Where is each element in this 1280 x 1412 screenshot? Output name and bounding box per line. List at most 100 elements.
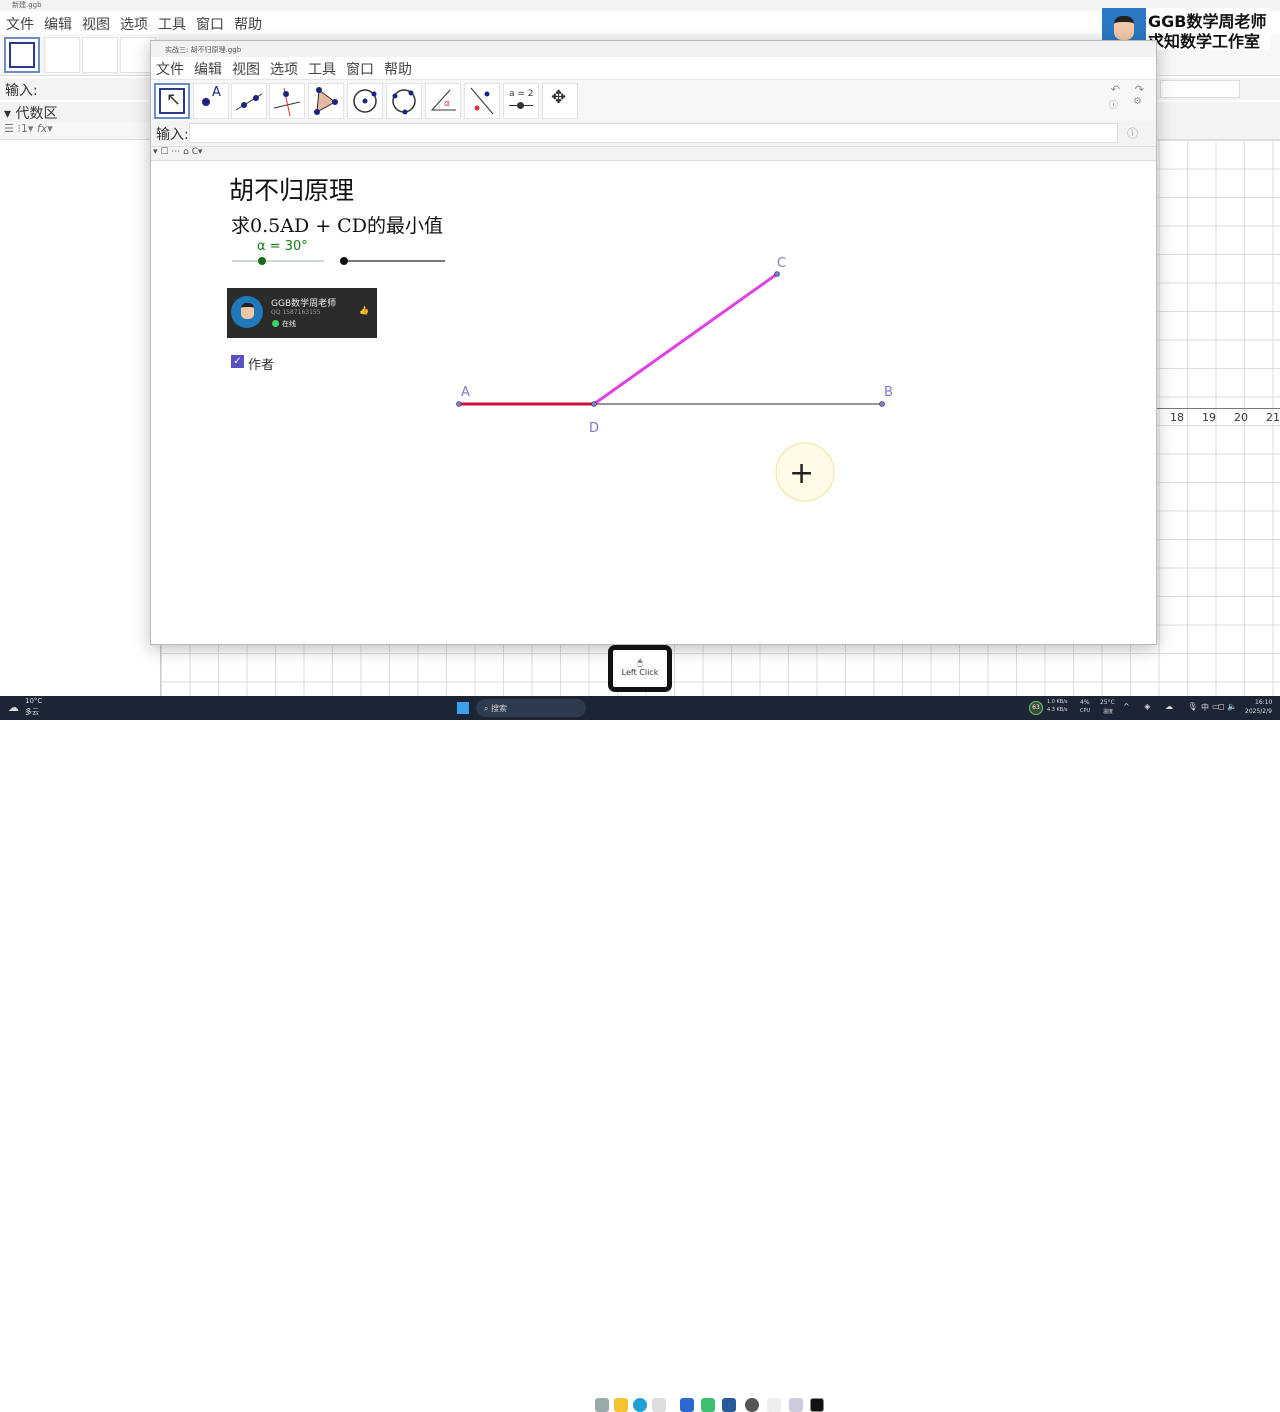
tool-slider[interactable]: a = 2 (503, 83, 539, 119)
tick-20: 20 (1234, 411, 1248, 424)
weather-icon[interactable]: ☁ (8, 701, 19, 714)
tool-point[interactable]: A (193, 83, 229, 119)
point-d[interactable] (591, 401, 597, 407)
fg-menu-edit[interactable]: 编辑 (194, 62, 222, 78)
clock-time[interactable]: 16:10 (1255, 699, 1272, 706)
alpha-slider-handle[interactable] (258, 257, 266, 265)
bg-menu-file[interactable]: 文件 (6, 17, 34, 33)
fg-window: 实战三: 胡不归原理.ggb 文件 编辑 视图 选项 工具 窗口 帮助 ↖ A α a = … (150, 40, 1157, 645)
taskview-icon[interactable] (595, 1398, 609, 1412)
taskbar-search[interactable]: ⌕ 搜索 (476, 699, 586, 717)
bg-menu-help[interactable]: 帮助 (234, 17, 262, 33)
redo-button[interactable]: ↷ (1135, 83, 1144, 96)
watermark-line2: 求知数学工作室 (1148, 32, 1261, 51)
author-checkbox-label: 作者 (248, 358, 275, 373)
author-checkbox[interactable]: ✓ (231, 355, 244, 368)
segment-dc (593, 272, 778, 406)
point-a[interactable] (456, 401, 462, 407)
tool-move-view[interactable]: ✥ (542, 83, 578, 119)
online-dot (272, 320, 279, 327)
help-icon[interactable]: ⓘ (1109, 98, 1118, 111)
bg-menu-options[interactable]: 选项 (120, 17, 148, 33)
cursor-highlight (775, 442, 835, 502)
search-label: 搜索 (491, 704, 508, 713)
label-d: D (589, 421, 600, 436)
tool-polygon[interactable] (308, 83, 344, 119)
mouse-icon: 🖱 (637, 658, 643, 667)
tool-perpendicular[interactable] (269, 83, 305, 119)
settings-icon[interactable]: ⚙ (1133, 96, 1142, 107)
bg-tool-move[interactable] (4, 37, 40, 73)
net-up: 1.0 KB/s (1047, 699, 1068, 705)
cpu-label: CPU (1080, 708, 1091, 714)
undo-button[interactable]: ↶ (1111, 83, 1120, 96)
tool-move[interactable]: ↖ (154, 83, 190, 119)
bg-algebra-header[interactable]: ▾ 代数区 (0, 102, 160, 122)
tool-reflect[interactable] (464, 83, 500, 119)
bg-menu-view[interactable]: 视图 (82, 17, 110, 33)
tray-icons[interactable]: ^ ◈ ☁ 🎙 ▭ (1123, 702, 1226, 711)
start-button[interactable] (457, 702, 469, 714)
bg-input-field[interactable] (1160, 80, 1240, 98)
input-help-icon[interactable]: ⓘ (1127, 125, 1138, 141)
bg-menu-tools[interactable]: 工具 (158, 17, 186, 33)
net-down: 4.3 KB/s (1047, 707, 1068, 713)
ime-indicator[interactable]: 中 (1201, 702, 1209, 713)
point-b[interactable] (879, 401, 885, 407)
author-status: 在线 (282, 320, 296, 328)
second-slider-handle[interactable] (340, 257, 348, 265)
taskbar: ☁ 10°C 多云 ⌕ 搜索 63 1.0 KB/s 4.3 KB/s 4% C… (0, 696, 1280, 1412)
alpha-slider-label: α = 30° (257, 239, 308, 254)
store-icon[interactable] (652, 1398, 666, 1412)
tool-angle[interactable]: α (425, 83, 461, 119)
qq-icon[interactable] (767, 1398, 781, 1412)
fg-menu-bar: 文件 编辑 视图 选项 工具 窗口 帮助 (151, 57, 1156, 79)
weather-temp: 10°C (25, 697, 43, 705)
canvas-subtitle: 求0.5AD + CD的最小值 (231, 215, 443, 237)
fg-menu-tools[interactable]: 工具 (308, 62, 336, 78)
bg-input-label: 输入: (5, 83, 38, 99)
app-icon-check[interactable] (722, 1398, 736, 1412)
file-explorer-icon[interactable] (614, 1398, 628, 1412)
label-a: A (461, 385, 470, 400)
fg-menu-file[interactable]: 文件 (156, 62, 184, 78)
tool-circle-3pts[interactable] (386, 83, 422, 119)
bg-tool-line[interactable] (82, 37, 118, 73)
bg-menu-edit[interactable]: 编辑 (44, 17, 72, 33)
graphics-canvas[interactable]: 胡不归原理 求0.5AD + CD的最小值 α = 30° GGB数学周老师 Q… (151, 161, 1156, 643)
bg-tool-point[interactable] (44, 37, 80, 73)
geogebra-icon[interactable] (789, 1398, 803, 1412)
tick-19: 19 (1202, 411, 1216, 424)
second-slider-track[interactable] (343, 260, 445, 262)
svg-text:α: α (444, 99, 450, 109)
bg-title-bar: 新建.ggb (0, 0, 1280, 11)
fg-menu-view[interactable]: 视图 (232, 62, 260, 78)
tick-21: 21 (1266, 411, 1280, 424)
tool-line[interactable] (231, 83, 267, 119)
tool-circle[interactable] (347, 83, 383, 119)
temp-label: 温度 (1103, 709, 1114, 715)
weather-desc: 多云 (25, 708, 39, 716)
alpha-slider-track[interactable] (232, 260, 324, 262)
clock-date[interactable]: 2025/2/9 (1245, 708, 1272, 715)
temp-value: 25°C (1100, 699, 1115, 706)
capcut-icon[interactable] (810, 1398, 824, 1412)
edge-icon[interactable] (633, 1398, 647, 1412)
fg-menu-help[interactable]: 帮助 (384, 62, 412, 78)
fg-input-field[interactable] (189, 123, 1118, 143)
point-c[interactable] (774, 271, 780, 277)
label-b: B (884, 385, 893, 400)
left-click-indicator: 🖱 Left Click (608, 645, 672, 692)
slider-tool-label: a = 2 (509, 89, 534, 99)
volume-icon[interactable]: ◻ 🔈 (1218, 702, 1237, 711)
like-icon[interactable]: 👍 (359, 306, 369, 315)
fg-menu-options[interactable]: 选项 (270, 62, 298, 78)
click-label: Left Click (621, 668, 659, 677)
app-icon-green[interactable] (701, 1398, 715, 1412)
fg-menu-window[interactable]: 窗口 (346, 62, 374, 78)
bg-menu-window[interactable]: 窗口 (196, 17, 224, 33)
app-icon-blue[interactable] (680, 1398, 694, 1412)
bg-axis-ticks: 18 19 20 21 (1170, 411, 1280, 424)
app-icon-chrome[interactable] (745, 1398, 759, 1412)
graphics-style-bar: ▾ ☐ ⋯ ⌂ C▾ (151, 146, 1156, 161)
